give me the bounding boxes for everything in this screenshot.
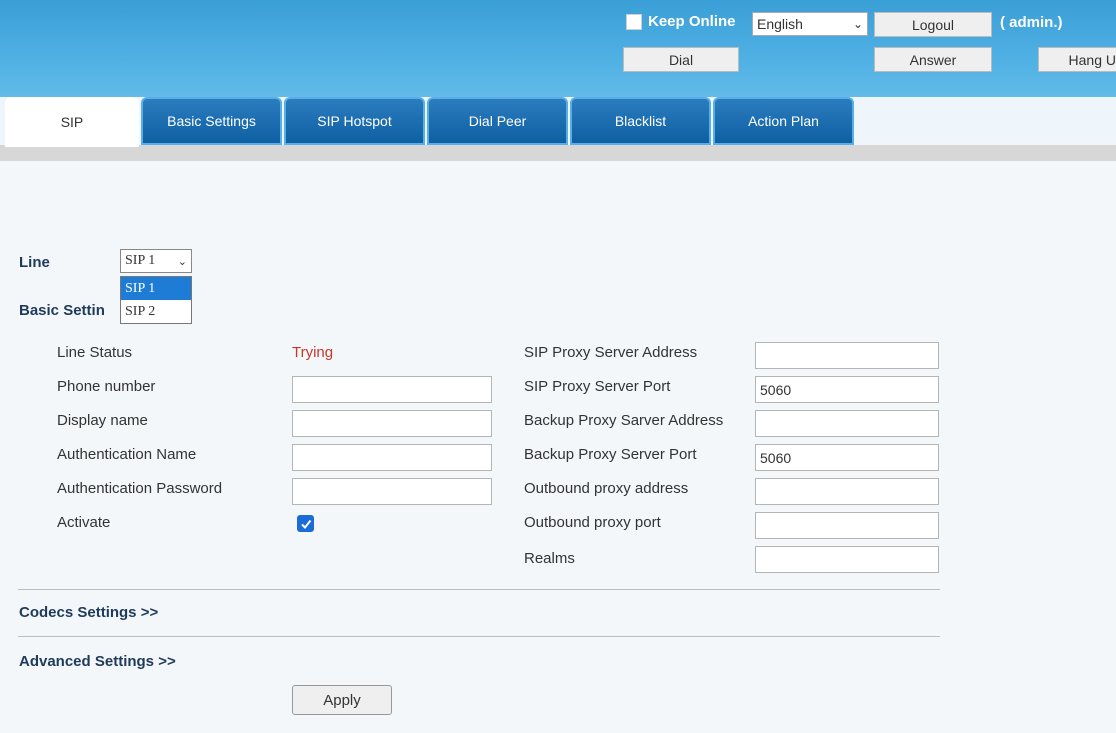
- tab-dial-peer[interactable]: Dial Peer: [427, 97, 568, 145]
- sip-proxy-server-port-field[interactable]: 5060: [755, 376, 939, 403]
- realms-field[interactable]: [755, 546, 939, 573]
- tab-sip-hotspot[interactable]: SIP Hotspot: [284, 97, 425, 145]
- authentication-name-field[interactable]: [292, 444, 492, 471]
- line-option-sip-1[interactable]: SIP 1: [121, 277, 191, 300]
- line-status-value: Trying: [292, 344, 334, 361]
- line-option-sip-2[interactable]: SIP 2: [121, 300, 191, 323]
- line-status-label: Line Status: [57, 344, 133, 361]
- keep-online-checkbox[interactable]: [626, 13, 642, 30]
- tab-label: SIP: [60, 114, 84, 130]
- tab-label: Dial Peer: [468, 113, 527, 129]
- answer-button[interactable]: Answer: [874, 47, 992, 72]
- tab-label: SIP Hotspot: [317, 113, 392, 129]
- checkmark-icon: [300, 519, 311, 529]
- chevron-down-icon: ⌄: [177, 255, 187, 268]
- logout-button[interactable]: Logoul: [874, 12, 992, 37]
- backup-proxy-server-address-field[interactable]: [755, 410, 939, 437]
- apply-button[interactable]: Apply: [292, 685, 392, 715]
- realms-label: Realms: [524, 550, 575, 567]
- backup-proxy-server-port-label: Backup Proxy Server Port: [524, 446, 697, 463]
- sip-proxy-server-address-label: SIP Proxy Server Address: [524, 344, 698, 361]
- basic-settings-title: Basic Settin: [19, 302, 105, 319]
- authentication-name-label: Authentication Name: [57, 446, 197, 463]
- tab-label: Blacklist: [614, 113, 667, 129]
- tab-action-plan[interactable]: Action Plan: [713, 97, 854, 145]
- outbound-proxy-address-field[interactable]: [755, 478, 939, 505]
- activate-checkbox[interactable]: [297, 515, 314, 532]
- advanced-settings-toggle[interactable]: Advanced Settings >>: [19, 653, 176, 670]
- dial-button[interactable]: Dial: [623, 47, 739, 72]
- tab-label: Action Plan: [748, 113, 819, 129]
- line-select[interactable]: SIP 1 ⌄: [120, 249, 192, 273]
- outbound-proxy-port-field[interactable]: [755, 512, 939, 539]
- tab-sip[interactable]: SIP: [5, 97, 139, 147]
- keep-online-control[interactable]: Keep Online: [626, 13, 736, 30]
- section-divider: [18, 636, 940, 637]
- hang-up-button[interactable]: Hang U: [1038, 47, 1116, 72]
- phone-number-label: Phone number: [57, 378, 156, 395]
- line-select-value: SIP 1: [125, 253, 156, 268]
- outbound-proxy-address-label: Outbound proxy address: [524, 480, 689, 497]
- phone-number-field[interactable]: [292, 376, 492, 403]
- admin-user-label: ( admin.): [1000, 14, 1063, 31]
- tab-label: Basic Settings: [167, 113, 256, 129]
- language-select[interactable]: English ⌄: [752, 12, 868, 36]
- section-divider: [18, 589, 940, 590]
- sip-proxy-server-port-label: SIP Proxy Server Port: [524, 378, 671, 395]
- line-dropdown-list: SIP 1 SIP 2: [120, 276, 192, 324]
- tab-blacklist[interactable]: Blacklist: [570, 97, 711, 145]
- activate-label: Activate: [57, 514, 111, 531]
- authentication-password-field[interactable]: [292, 478, 492, 505]
- language-value: English: [757, 16, 803, 32]
- chevron-down-icon: ⌄: [852, 17, 863, 31]
- backup-proxy-server-port-field[interactable]: 5060: [755, 444, 939, 471]
- display-name-label: Display name: [57, 412, 148, 429]
- line-label: Line: [19, 254, 50, 271]
- authentication-password-label: Authentication Password: [57, 480, 223, 497]
- tab-basic-settings[interactable]: Basic Settings: [141, 97, 282, 145]
- backup-proxy-server-address-label: Backup Proxy Sarver Address: [524, 412, 724, 429]
- codecs-settings-toggle[interactable]: Codecs Settings >>: [19, 604, 158, 621]
- outbound-proxy-port-label: Outbound proxy port: [524, 514, 661, 531]
- display-name-field[interactable]: [292, 410, 492, 437]
- keep-online-label: Keep Online: [648, 13, 736, 30]
- tab-bar-divider: [0, 145, 1116, 161]
- sip-proxy-server-address-field[interactable]: [755, 342, 939, 369]
